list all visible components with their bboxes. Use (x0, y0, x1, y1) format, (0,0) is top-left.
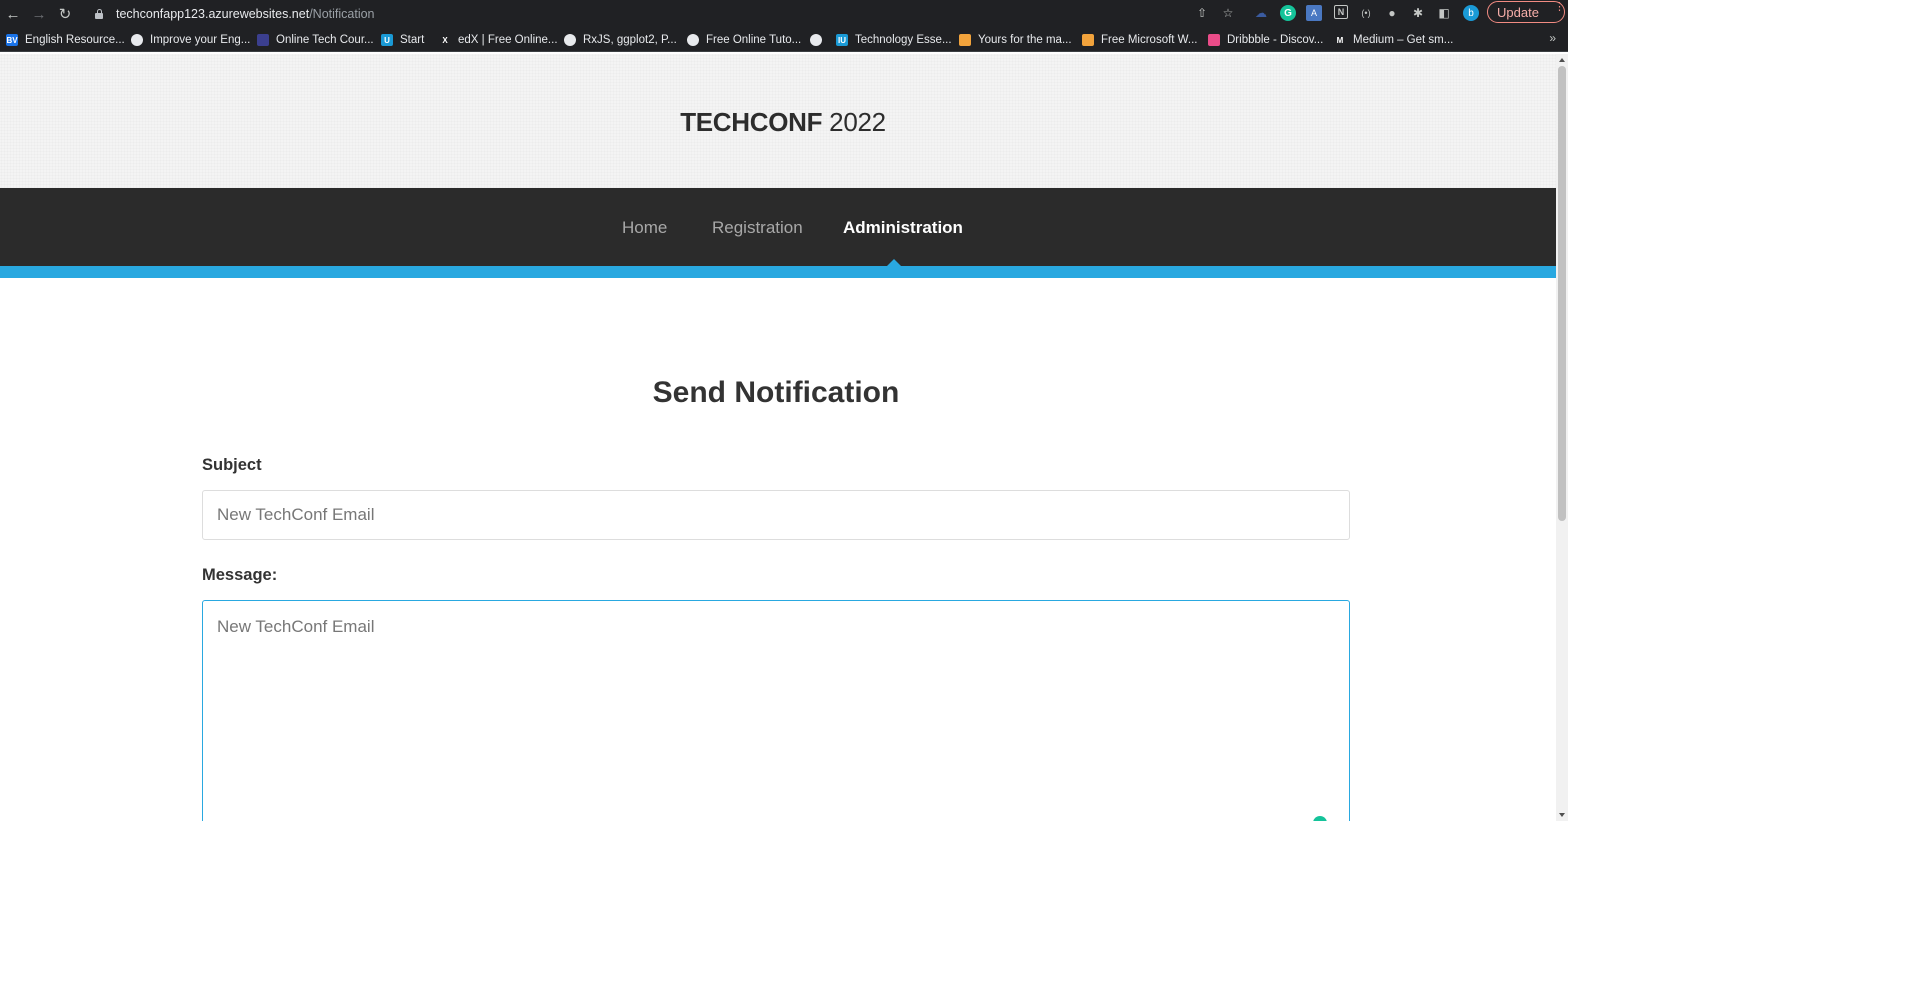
address-bar[interactable]: techconfapp123.azurewebsites.net/Notific… (88, 3, 1188, 25)
bookmark-label: Yours for the ma... (978, 34, 1072, 46)
extension-icon[interactable]: ● (1384, 5, 1400, 21)
message-label: Message: (202, 566, 278, 584)
bookmark-label: Start (400, 34, 425, 46)
page-scrollbar[interactable] (1556, 54, 1568, 821)
puzzle-extensions-icon[interactable]: ✱ (1410, 5, 1426, 21)
bookmark-favicon-icon: U (381, 34, 393, 46)
url-path: /Notification (309, 7, 375, 21)
forward-arrow-icon[interactable]: → (29, 4, 49, 24)
reload-icon[interactable]: ↻ (55, 4, 75, 24)
lock-icon (94, 9, 104, 19)
bookmark-favicon-icon: M (1334, 34, 1346, 46)
bookmark-favicon-icon: IU (836, 34, 848, 46)
bookmark-item[interactable]: M Medium – Get sm... (1334, 31, 1453, 49)
bookmark-favicon-icon (810, 34, 822, 46)
bookmark-item[interactable]: U Start (381, 31, 424, 49)
back-arrow-icon[interactable]: ← (3, 4, 23, 24)
update-label: Update (1497, 4, 1539, 20)
message-textarea[interactable] (202, 600, 1350, 821)
bookmark-label: edX | Free Online... (458, 34, 558, 46)
bookmarks-bar: BV English Resource... Improve your Eng...… (0, 28, 1568, 52)
bookmark-label: English Resource... (25, 34, 125, 46)
extension-icon[interactable]: ☁ (1253, 5, 1269, 21)
bookmark-favicon-icon (131, 34, 143, 46)
bookmark-label: RxJS, ggplot2, P... (583, 34, 677, 46)
bookmark-item[interactable]: Free Online Tuto... (687, 31, 801, 49)
brand-year: 2022 (829, 106, 886, 137)
subject-label: Subject (202, 456, 262, 474)
bookmark-label: Technology Esse... (855, 34, 952, 46)
subject-input[interactable] (202, 490, 1350, 540)
scroll-down-icon[interactable] (1559, 813, 1565, 817)
bookmark-item[interactable]: BV English Resource... (6, 31, 125, 49)
bookmarks-overflow-icon[interactable]: » (1549, 31, 1556, 45)
bookmark-item[interactable] (810, 31, 829, 49)
site-brand[interactable]: TECHCONF 2022 (680, 107, 886, 138)
brand-name: TECHCONF (680, 106, 823, 137)
bookmark-item[interactable]: Dribbble - Discov... (1208, 31, 1323, 49)
bookmark-label: Free Online Tuto... (706, 34, 802, 46)
nav-home[interactable]: Home (622, 218, 667, 238)
share-icon[interactable]: ⇧ (1194, 5, 1210, 21)
more-menu-icon: ⋮ (1554, 1, 1565, 13)
bookmark-item[interactable]: RxJS, ggplot2, P... (564, 31, 677, 49)
bookmark-item[interactable]: Online Tech Cour... (257, 31, 374, 49)
extension-icon[interactable]: (•) (1358, 5, 1374, 21)
bookmark-item[interactable]: IU Technology Esse... (836, 31, 952, 49)
bookmark-favicon-icon: X (439, 34, 451, 46)
bookmark-favicon-icon (1082, 34, 1094, 46)
url-host: techconfapp123.azurewebsites.net (116, 7, 310, 21)
side-panel-icon[interactable]: ◧ (1436, 5, 1452, 21)
grammarly-extension-icon[interactable]: G (1280, 5, 1296, 21)
profile-avatar[interactable]: b (1463, 5, 1479, 21)
scroll-thumb[interactable] (1558, 66, 1566, 521)
scroll-up-icon[interactable] (1559, 58, 1565, 62)
translate-extension-icon[interactable]: A (1306, 5, 1322, 21)
bookmark-label: Free Microsoft W... (1101, 34, 1198, 46)
page-title: Send Notification (652, 376, 900, 409)
nav-administration[interactable]: Administration (843, 218, 963, 238)
bookmark-label: Dribbble - Discov... (1227, 34, 1324, 46)
bookmark-item[interactable]: Improve your Eng... (131, 31, 250, 49)
nav-registration[interactable]: Registration (712, 218, 803, 238)
site-header: TECHCONF 2022 (0, 54, 1556, 188)
bookmark-favicon-icon (1208, 34, 1220, 46)
bookmark-favicon-icon (687, 34, 699, 46)
active-nav-indicator (887, 259, 901, 266)
bookmark-item[interactable]: XedX | Free Online... (439, 31, 558, 49)
update-button[interactable]: Update ⋮ (1487, 1, 1565, 23)
page: TECHCONF 2022 Home Registration Administ… (0, 54, 1556, 821)
accent-bar (0, 266, 1556, 278)
browser-toolbar: ← → ↻ techconfapp123.azurewebsites.net/N… (0, 0, 1568, 28)
bookmark-label: Medium – Get sm... (1353, 34, 1454, 46)
bookmark-label: Online Tech Cour... (276, 34, 374, 46)
bookmark-item[interactable]: Yours for the ma... (959, 31, 1072, 49)
bookmark-item[interactable]: Free Microsoft W... (1082, 31, 1198, 49)
bookmark-favicon-icon: BV (6, 34, 18, 46)
bookmark-label: Improve your Eng... (150, 34, 251, 46)
main-nav: Home Registration Administration (0, 188, 1556, 266)
bookmark-favicon-icon (257, 34, 269, 46)
star-icon[interactable]: ☆ (1220, 5, 1236, 21)
bookmark-favicon-icon (959, 34, 971, 46)
notion-extension-icon[interactable]: N (1334, 5, 1348, 19)
bookmark-favicon-icon (564, 34, 576, 46)
